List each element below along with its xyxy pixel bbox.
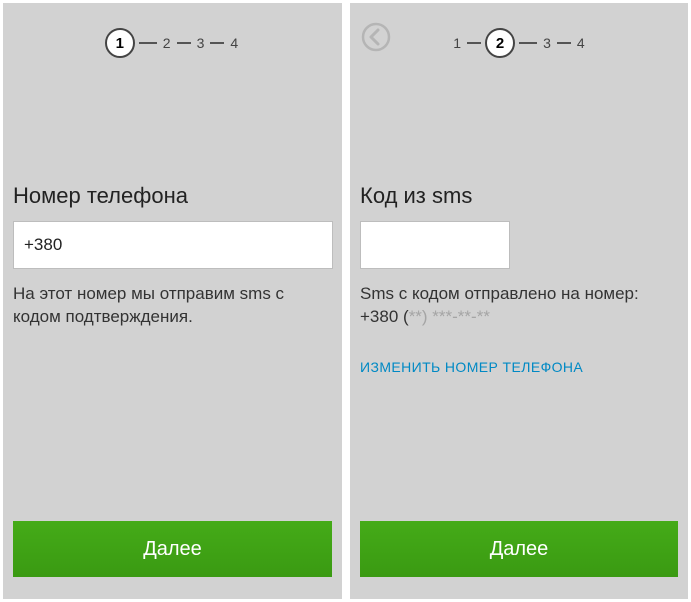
step-dash [557, 42, 571, 44]
sms-code-heading: Код из sms [360, 183, 678, 209]
step-dash [177, 42, 191, 44]
step-2-current: 2 [485, 28, 515, 58]
next-button[interactable]: Далее [360, 521, 678, 577]
sms-helper-line1: Sms с кодом отправлено на номер: [360, 284, 639, 303]
registration-step2-screen: 1 2 3 4 Код из sms Sms с кодом отправлен… [350, 3, 688, 599]
step-indicator: 1 2 3 4 [3, 3, 342, 63]
step-4: 4 [575, 35, 587, 51]
arrow-left-circle-icon [361, 22, 391, 52]
step-1: 1 [451, 35, 463, 51]
step-dash [139, 42, 157, 44]
step-3: 3 [195, 35, 207, 51]
registration-step1-screen: 1 2 3 4 Номер телефона На этот номер мы … [3, 3, 342, 599]
step-1-current: 1 [105, 28, 135, 58]
step-dash [210, 42, 224, 44]
step-indicator: 1 2 3 4 [350, 3, 688, 63]
sms-phone-masked: **) ***-**-** [409, 307, 490, 326]
sms-code-input[interactable] [360, 221, 510, 269]
phone-number-input[interactable] [13, 221, 333, 269]
step-4: 4 [228, 35, 240, 51]
sms-phone-prefix: +380 ( [360, 307, 409, 326]
step-2: 2 [161, 35, 173, 51]
change-phone-link[interactable]: ИЗМЕНИТЬ НОМЕР ТЕЛЕФОНА [360, 359, 678, 375]
step-3: 3 [541, 35, 553, 51]
sms-helper-text: Sms с кодом отправлено на номер: +380 (*… [360, 283, 678, 329]
phone-number-heading: Номер телефона [13, 183, 332, 209]
phone-helper-text: На этот номер мы отправим sms с кодом по… [13, 283, 332, 329]
next-button[interactable]: Далее [13, 521, 332, 577]
step-dash [467, 42, 481, 44]
back-button[interactable] [360, 21, 392, 53]
step-dash [519, 42, 537, 44]
